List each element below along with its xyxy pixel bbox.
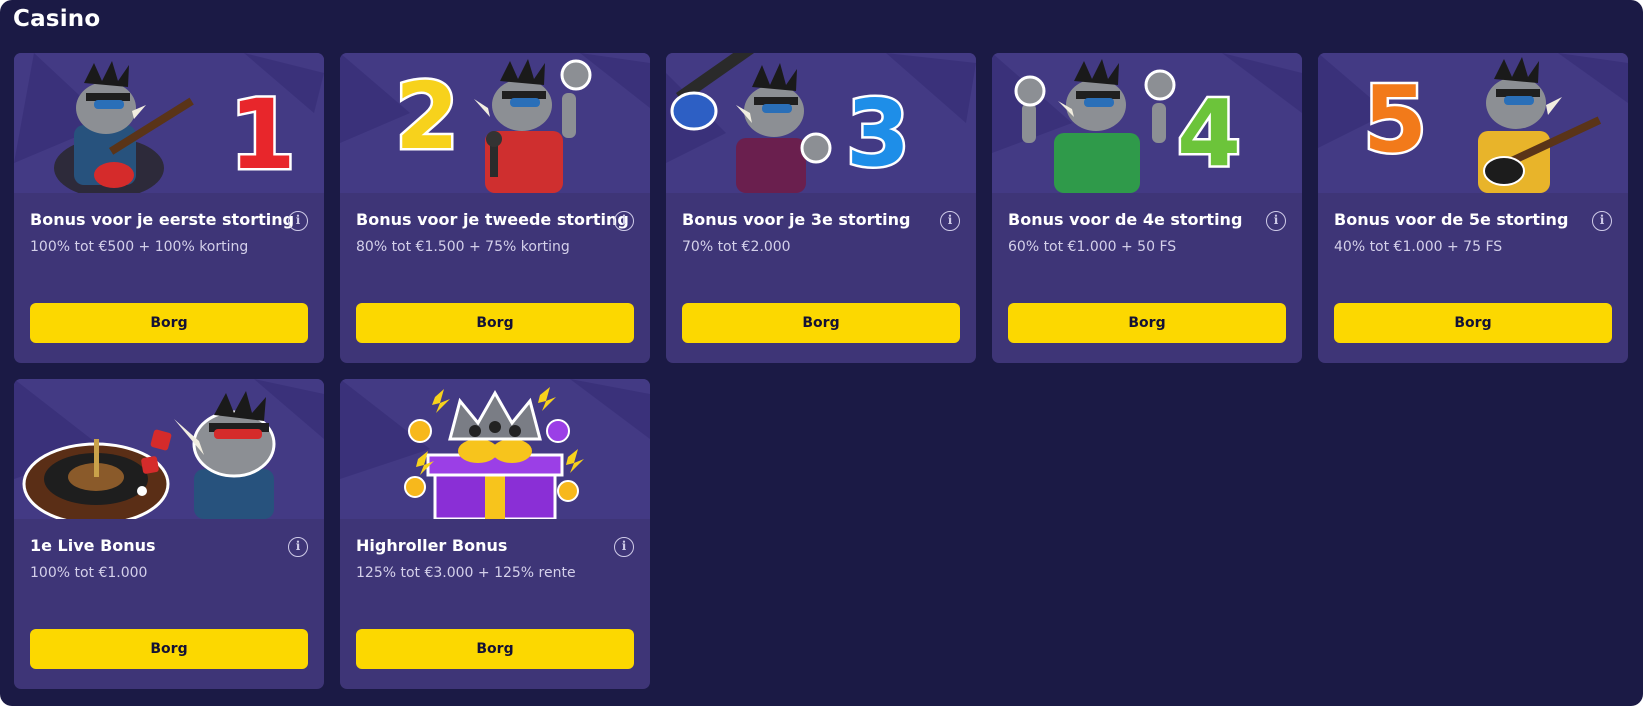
bonus-banner: 1 [14,53,324,193]
rhino-roulette-icon [22,391,276,519]
card-subtitle: 60% tot €1.000 + 50 FS [1008,239,1177,255]
info-icon[interactable]: i [614,537,634,557]
borg-button[interactable]: Borg [356,303,634,343]
info-icon[interactable]: i [1266,211,1286,231]
banner-number: 2 [395,63,459,170]
banner-number: 5 [1363,66,1427,173]
borg-button[interactable]: Borg [30,303,308,343]
card-title: 1e Live Bonus [30,536,156,555]
bonus-banner: 4 [992,53,1302,193]
card-subtitle: 100% tot €500 + 100% korting [30,239,249,255]
bonus-banner: 2 [340,53,650,193]
card-title: Bonus voor de 5e storting [1334,210,1569,229]
rhino-guitar-icon [670,53,832,193]
banner-number: 3 [846,80,910,187]
rhino-microphone-icon [474,59,592,193]
bonus-banner: 3 [666,53,976,193]
card-subtitle: 80% tot €1.500 + 75% korting [356,239,570,255]
card-subtitle: 40% tot €1.000 + 75 FS [1334,239,1503,255]
info-icon[interactable]: i [288,211,308,231]
info-icon[interactable]: i [940,211,960,231]
borg-button[interactable]: Borg [356,629,634,669]
bonus-banner [340,379,650,519]
borg-button[interactable]: Borg [30,629,308,669]
card-title: Highroller Bonus [356,536,508,555]
bonus-banner: 5 [1318,53,1628,193]
card-title: Bonus voor je 3e storting [682,210,911,229]
card-title: Bonus voor je tweede storting [356,210,629,229]
bonus-card-6: 1e Live Bonus i 100% tot €1.000 Borg [14,379,324,689]
bonus-card-2: 2 Bonus voor je tweede storting i 80% to… [340,53,650,363]
card-subtitle: 125% tot €3.000 + 125% rente [356,565,576,581]
borg-button[interactable]: Borg [1334,303,1612,343]
section-title: Casino [13,6,101,32]
info-icon[interactable]: i [288,537,308,557]
card-subtitle: 100% tot €1.000 [30,565,148,581]
card-subtitle: 70% tot €2.000 [682,239,791,255]
bonus-card-3: 3 Bonus voor je 3e storting i 70% tot €2… [666,53,976,363]
card-title: Bonus voor de 4e storting [1008,210,1243,229]
borg-button[interactable]: Borg [1008,303,1286,343]
info-icon[interactable]: i [1592,211,1612,231]
banner-number: 1 [229,79,296,191]
gift-crown-icon [404,387,584,519]
bonus-banner [14,379,324,519]
banner-number: 4 [1177,80,1241,187]
card-title: Bonus voor je eerste storting [30,210,295,229]
bonus-card-7: Highroller Bonus i 125% tot €3.000 + 125… [340,379,650,689]
rhino-guitar-icon [1478,57,1602,193]
casino-panel: Casino 1 Bonus voor je eerste storting i… [0,0,1643,706]
bonus-card-1: 1 Bonus voor je eerste storting i 100% t… [14,53,324,363]
info-icon[interactable]: i [614,211,634,231]
bonus-card-5: 5 Bonus voor de 5e storting i 40% tot €1 [1318,53,1628,363]
borg-button[interactable]: Borg [682,303,960,343]
bonus-card-4: 4 Bonus voor de 4e storting i 60% tot €1… [992,53,1302,363]
